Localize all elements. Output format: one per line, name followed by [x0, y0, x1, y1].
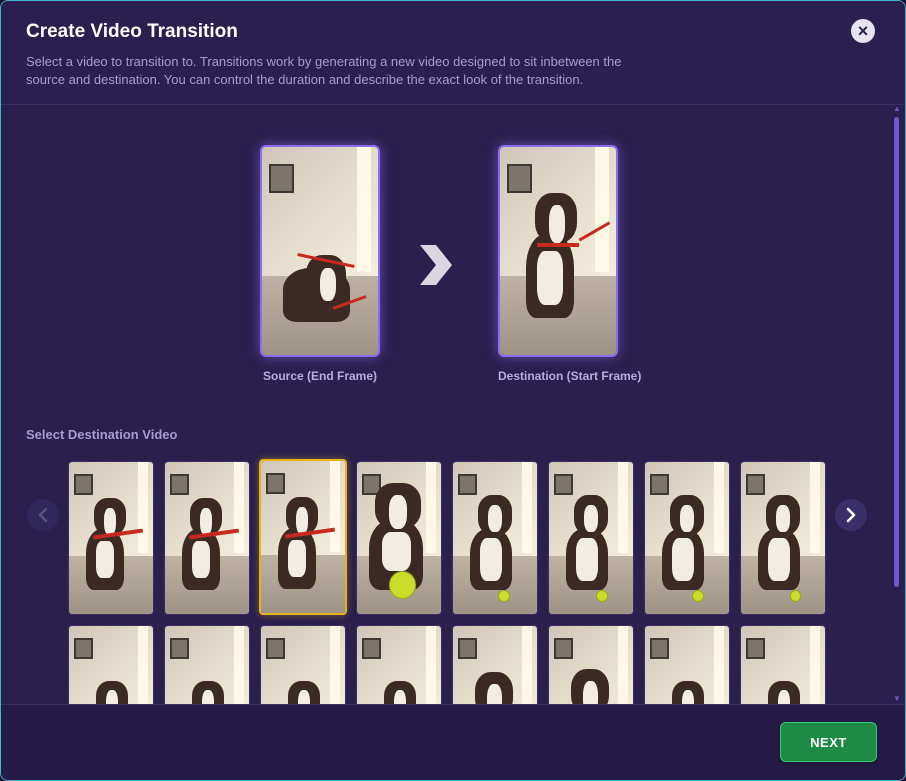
- destination-preview: Destination (Start Frame): [498, 145, 641, 383]
- close-button[interactable]: ×: [851, 19, 875, 43]
- video-thumbnail[interactable]: [740, 625, 826, 705]
- gallery-next-button[interactable]: [835, 499, 867, 531]
- video-thumbnail-selected[interactable]: [259, 459, 347, 615]
- dialog-footer: NEXT: [1, 704, 905, 780]
- scroll-down-icon[interactable]: ▼: [893, 695, 901, 703]
- video-thumbnail[interactable]: [548, 625, 634, 705]
- video-thumbnail[interactable]: [644, 625, 730, 705]
- source-preview: Source (End Frame): [260, 145, 380, 383]
- next-button[interactable]: NEXT: [780, 722, 877, 762]
- video-thumbnail[interactable]: [68, 461, 154, 615]
- source-frame-image: [260, 145, 380, 357]
- close-icon: ×: [857, 21, 869, 41]
- video-thumbnail[interactable]: [452, 461, 538, 615]
- scroll-up-icon[interactable]: ▲: [893, 105, 901, 113]
- source-label: Source (End Frame): [262, 369, 378, 383]
- video-thumbnail[interactable]: [356, 625, 442, 705]
- content-scrollbar[interactable]: ▲ ▼: [892, 105, 902, 703]
- video-thumbnail[interactable]: [260, 625, 346, 705]
- section-label: Select Destination Video: [26, 427, 178, 442]
- video-thumbnail[interactable]: [644, 461, 730, 615]
- dialog-header: Create Video Transition Select a video t…: [1, 1, 905, 105]
- chevron-right-icon: [846, 507, 856, 523]
- dialog-description: Select a video to transition to. Transit…: [26, 54, 622, 87]
- chevron-right-icon: [420, 245, 452, 285]
- video-thumbnail[interactable]: [356, 461, 442, 615]
- scroll-thumb[interactable]: [894, 117, 899, 587]
- video-thumbnail[interactable]: [68, 625, 154, 705]
- video-thumbnail[interactable]: [164, 461, 250, 615]
- dialog-content: Source (End Frame) Destination (Start Fr…: [1, 105, 891, 705]
- create-video-transition-dialog: Create Video Transition Select a video t…: [0, 0, 906, 781]
- gallery-prev-button[interactable]: [27, 499, 59, 531]
- video-thumbnail[interactable]: [452, 625, 538, 705]
- chevron-left-icon: [38, 507, 48, 523]
- video-thumbnail[interactable]: [164, 625, 250, 705]
- destination-label: Destination (Start Frame): [498, 369, 642, 383]
- dialog-title: Create Video Transition: [26, 21, 238, 42]
- video-thumbnail[interactable]: [740, 461, 826, 615]
- destination-frame-image: [498, 145, 618, 357]
- video-thumbnail[interactable]: [548, 461, 634, 615]
